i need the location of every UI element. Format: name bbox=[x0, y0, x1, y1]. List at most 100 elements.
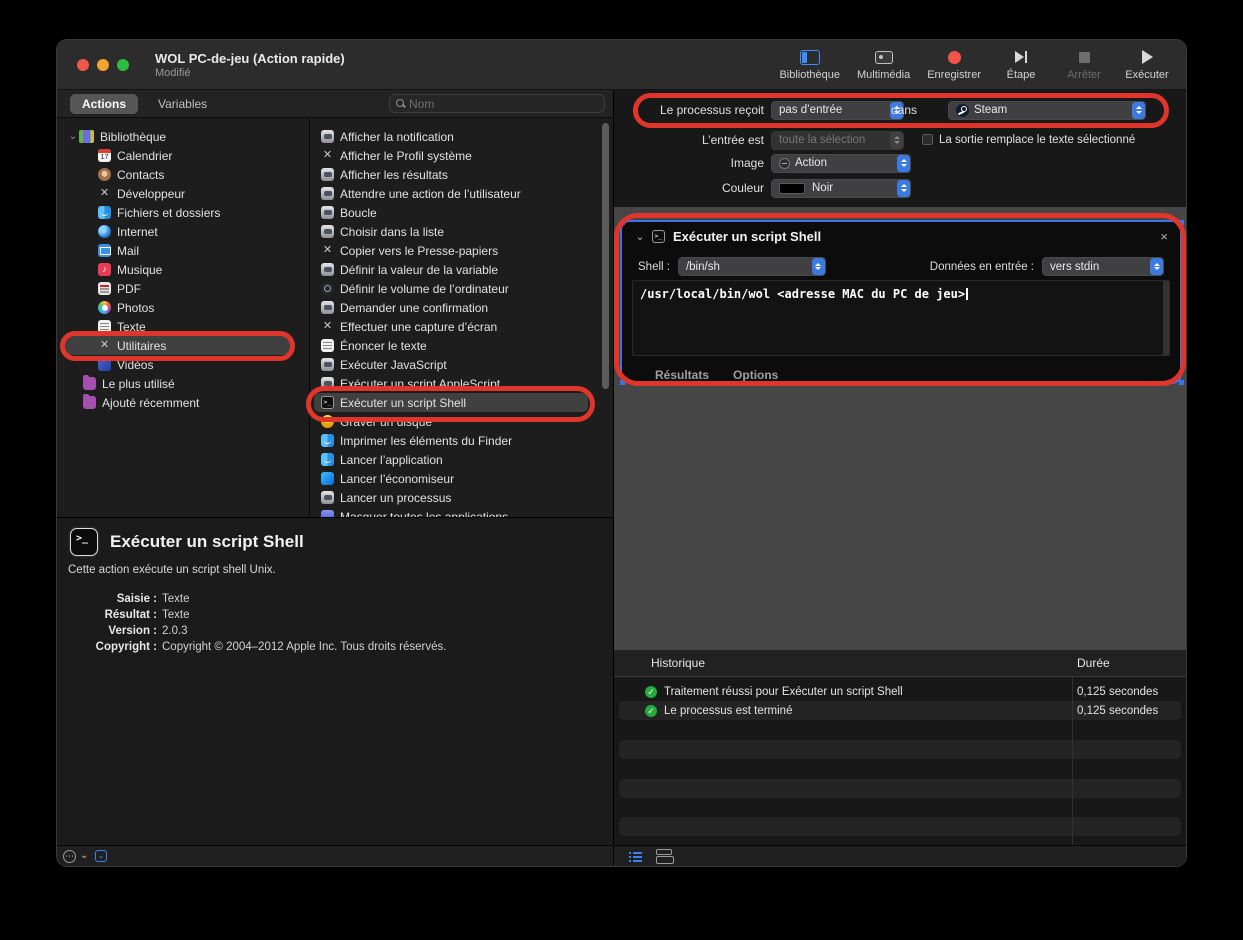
search-field[interactable] bbox=[389, 94, 605, 113]
image-select[interactable]: Action bbox=[771, 154, 911, 173]
success-check-icon: ✓ bbox=[645, 686, 657, 698]
media-toolbar-button[interactable]: Multimédia bbox=[857, 49, 910, 81]
selection-handle[interactable] bbox=[620, 220, 625, 225]
sidebar-item-internet[interactable]: Internet bbox=[57, 222, 309, 241]
window-title: WOL PC-de-jeu (Action rapide) bbox=[155, 51, 345, 66]
history-row[interactable]: ✓ Traitement réussi pour Exécuter un scr… bbox=[614, 682, 1186, 701]
action-item[interactable]: Effectuer une capture d’écran bbox=[310, 317, 612, 336]
application-select[interactable]: Steam bbox=[948, 101, 1146, 120]
description-fields: Saisie :Texte Résultat :Texte Version :2… bbox=[57, 591, 613, 655]
output-replaces-checkbox[interactable] bbox=[922, 134, 933, 145]
sidebar-item-ajoute-recemment[interactable]: Ajouté récemment bbox=[57, 393, 309, 412]
action-item[interactable]: Afficher la notification bbox=[310, 127, 612, 146]
sidebar-item-videos[interactable]: Vidéos bbox=[57, 355, 309, 374]
record-toolbar-button[interactable]: Enregistrer bbox=[927, 49, 981, 81]
tab-actions[interactable]: Actions bbox=[70, 94, 138, 114]
options-button[interactable]: Options bbox=[733, 368, 778, 382]
step-toolbar-button[interactable]: Étape bbox=[998, 49, 1044, 81]
duration-column-header[interactable]: Durée bbox=[1077, 656, 1110, 670]
close-icon[interactable]: × bbox=[1160, 229, 1168, 244]
stdin-select[interactable]: vers stdin bbox=[1042, 257, 1164, 276]
disclosure-triangle-icon[interactable]: ⌄ bbox=[67, 131, 79, 142]
action-card-footer: Résultats Options bbox=[655, 368, 778, 382]
history-column-header[interactable]: Historique bbox=[651, 656, 705, 670]
color-select[interactable]: Noir bbox=[771, 179, 911, 198]
action-item[interactable]: Exécuter un script AppleScript bbox=[310, 374, 612, 393]
selection-handle[interactable] bbox=[1179, 380, 1184, 385]
sidebar-item-contacts[interactable]: Contacts bbox=[57, 165, 309, 184]
sidebar-item-texte[interactable]: Texte bbox=[57, 317, 309, 336]
action-item[interactable]: Graver un disque bbox=[310, 412, 612, 431]
stop-toolbar-button: Arrêter bbox=[1061, 49, 1107, 81]
action-item-executer-un-script-shell[interactable]: Exécuter un script Shell bbox=[314, 393, 588, 412]
action-item[interactable]: Boucle bbox=[310, 203, 612, 222]
results-button[interactable]: Résultats bbox=[655, 368, 709, 382]
shell-label: Shell : bbox=[638, 261, 670, 273]
library-pane: Actions Variables ⌄ Bibliothèque bbox=[57, 90, 613, 866]
workflow-pane: Le processus reçoit pas d’entrée dans St… bbox=[613, 90, 1186, 866]
action-item[interactable]: Attendre une action de l’utilisateur bbox=[310, 184, 612, 203]
action-item[interactable]: Définir la valeur de la variable bbox=[310, 260, 612, 279]
color-swatch bbox=[779, 183, 805, 194]
sidebar-item-photos[interactable]: Photos bbox=[57, 298, 309, 317]
sidebar-item-le-plus-utilise[interactable]: Le plus utilisé bbox=[57, 374, 309, 393]
script-scrollbar[interactable] bbox=[1163, 281, 1169, 355]
sidebar-item-calendrier[interactable]: Calendrier bbox=[57, 146, 309, 165]
sidebar-item-utilitaires[interactable]: Utilitaires bbox=[64, 336, 291, 355]
action-item[interactable]: Afficher le Profil système bbox=[310, 146, 612, 165]
action-item[interactable]: Exécuter JavaScript bbox=[310, 355, 612, 374]
image-label: Image bbox=[614, 156, 764, 170]
sidebar-item-musique[interactable]: Musique bbox=[57, 260, 309, 279]
output-replaces-label: La sortie remplace le texte sélectionné bbox=[939, 134, 1135, 146]
action-item[interactable]: Lancer l’application bbox=[310, 450, 612, 469]
action-item[interactable]: Définir le volume de l’ordinateur bbox=[310, 279, 612, 298]
mail-icon bbox=[98, 244, 111, 257]
utilities-x-icon bbox=[321, 149, 334, 162]
action-item[interactable]: Lancer un processus bbox=[310, 488, 612, 507]
run-toolbar-button[interactable]: Exécuter bbox=[1124, 49, 1170, 81]
history-row[interactable]: ✓ Le processus est terminé 0,125 seconde… bbox=[614, 701, 1186, 720]
collapse-actions-icon[interactable]: ⌄ bbox=[95, 850, 107, 862]
selection-handle[interactable] bbox=[1179, 220, 1184, 225]
action-card-controls: Shell : /bin/sh Données en entrée : vers… bbox=[622, 250, 1180, 277]
shell-script-action-card[interactable]: ⌄ Exécuter un script Shell × Shell : /bi… bbox=[622, 222, 1180, 382]
shell-script-text: /usr/local/bin/wol <adresse MAC du PC de… bbox=[640, 287, 965, 301]
disclosure-triangle-icon[interactable]: ⌄ bbox=[634, 230, 646, 243]
library-sidebar: ⌄ Bibliothèque Calendrier Contacts Dével… bbox=[57, 118, 310, 517]
stepper-icon bbox=[890, 132, 903, 149]
automator-robot-icon bbox=[321, 491, 334, 504]
in-label: dans bbox=[777, 103, 917, 117]
action-item[interactable]: Lancer l’économiseur bbox=[310, 469, 612, 488]
sidebar-item-developpeur[interactable]: Développeur bbox=[57, 184, 309, 203]
sidebar-item-mail[interactable]: Mail bbox=[57, 241, 309, 260]
search-input[interactable] bbox=[409, 97, 598, 111]
description-field-version: Version :2.0.3 bbox=[57, 623, 613, 639]
zoom-window-button[interactable] bbox=[117, 59, 129, 71]
action-item[interactable]: Demander une confirmation bbox=[310, 298, 612, 317]
tab-variables[interactable]: Variables bbox=[146, 94, 219, 114]
automator-robot-icon bbox=[321, 377, 334, 390]
stdin-label: Données en entrée : bbox=[930, 261, 1034, 273]
action-item[interactable]: Choisir dans la liste bbox=[310, 222, 612, 241]
close-window-button[interactable] bbox=[77, 59, 89, 71]
action-item[interactable]: Afficher les résultats bbox=[310, 165, 612, 184]
list-view-icon[interactable] bbox=[629, 851, 642, 862]
panels-view-icon[interactable] bbox=[656, 849, 672, 855]
minimize-window-button[interactable] bbox=[97, 59, 109, 71]
shell-script-editor[interactable]: /usr/local/bin/wol <adresse MAC du PC de… bbox=[632, 280, 1170, 356]
sidebar-item-fichiers-et-dossiers[interactable]: Fichiers et dossiers bbox=[57, 203, 309, 222]
sidebar-item-bibliotheque[interactable]: ⌄ Bibliothèque bbox=[57, 127, 309, 146]
workflow-canvas: ⌄ Exécuter un script Shell × Shell : /bi… bbox=[614, 207, 1186, 650]
action-item[interactable]: Énoncer le texte bbox=[310, 336, 612, 355]
selection-handle[interactable] bbox=[620, 380, 625, 385]
action-item[interactable]: Imprimer les éléments du Finder bbox=[310, 431, 612, 450]
actions-list-scrollbar[interactable] bbox=[602, 123, 609, 389]
stop-icon bbox=[1079, 52, 1090, 63]
action-item[interactable]: Copier vers le Presse-papiers bbox=[310, 241, 612, 260]
sidebar-item-pdf[interactable]: PDF bbox=[57, 279, 309, 298]
chevron-down-icon[interactable]: ⌄ bbox=[80, 850, 88, 861]
ellipsis-menu-icon[interactable]: ⋯ bbox=[63, 850, 76, 863]
stepper-icon bbox=[1132, 102, 1145, 119]
library-toolbar-button[interactable]: Bibliothèque bbox=[779, 49, 840, 81]
shell-select[interactable]: /bin/sh bbox=[678, 257, 826, 276]
